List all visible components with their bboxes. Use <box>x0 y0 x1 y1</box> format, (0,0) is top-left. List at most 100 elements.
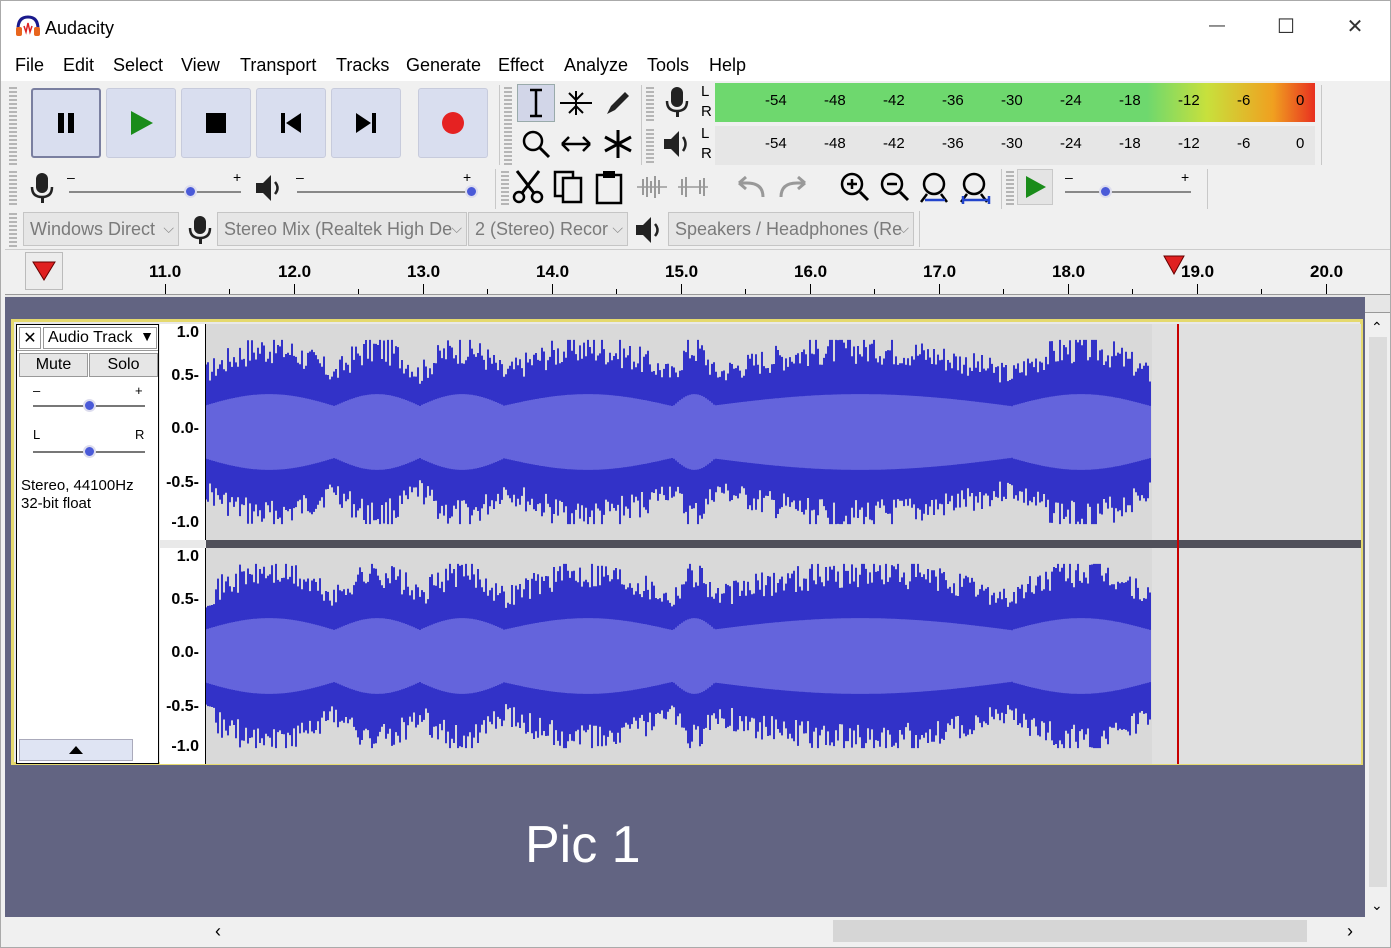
close-button[interactable]: ✕ <box>1332 9 1378 43</box>
record-icon <box>442 112 464 134</box>
multi-tool-icon[interactable] <box>599 125 637 163</box>
envelope-tool-icon[interactable] <box>557 84 595 122</box>
scroll-up-icon[interactable]: ⌃ <box>1371 319 1383 336</box>
solo-button[interactable]: Solo <box>89 353 158 377</box>
scroll-left-icon[interactable]: ‹ <box>215 921 221 942</box>
skip-to-end-button[interactable] <box>331 88 401 158</box>
pause-button[interactable] <box>31 88 101 158</box>
redo-icon[interactable] <box>775 175 811 203</box>
pan-slider-thumb[interactable] <box>83 445 96 458</box>
toolbar-grip[interactable] <box>9 213 17 247</box>
menu-tools[interactable]: Tools <box>647 55 689 76</box>
play-at-speed-button[interactable] <box>1017 169 1053 205</box>
recording-channels-select[interactable]: 2 (Stereo) Recor ⌵ <box>468 212 628 246</box>
paste-icon[interactable] <box>593 169 627 205</box>
right-channel-waveform[interactable] <box>206 548 1361 764</box>
vertical-scrollbar[interactable]: ⌃ ⌄ <box>1365 317 1390 917</box>
ruler-tick <box>552 284 553 294</box>
toolbar-grip[interactable] <box>646 87 654 123</box>
fit-project-icon[interactable] <box>959 171 993 205</box>
ruler-tick <box>1068 284 1069 294</box>
copy-icon[interactable] <box>552 169 586 205</box>
empty-track-region <box>1152 324 1361 540</box>
menu-select[interactable]: Select <box>113 55 163 76</box>
menu-generate[interactable]: Generate <box>406 55 481 76</box>
record-meter-tick-label: -24 <box>1060 92 1082 109</box>
vertical-scroll-thumb[interactable] <box>1369 337 1387 887</box>
maximize-button[interactable]: ☐ <box>1263 9 1309 43</box>
track-menu-button[interactable]: Audio Track ▼ <box>43 327 157 349</box>
ruler-minor-tick <box>1132 289 1133 294</box>
menu-transport[interactable]: Transport <box>240 55 316 76</box>
audio-track[interactable]: ✕ Audio Track ▼ Mute Solo – + L R Stereo… <box>11 319 1363 765</box>
cut-icon[interactable] <box>511 169 545 205</box>
collapse-track-button[interactable] <box>19 739 133 761</box>
playback-meter-tick-label: 0 <box>1296 135 1305 152</box>
playback-speed-thumb[interactable] <box>1099 185 1112 198</box>
silence-audio-icon[interactable] <box>676 173 710 201</box>
ruler-minor-tick <box>745 289 746 294</box>
playback-volume-slider[interactable] <box>297 191 473 193</box>
left-channel-waveform[interactable] <box>206 324 1361 540</box>
toolbar-grip[interactable] <box>501 171 509 207</box>
recording-volume-thumb[interactable] <box>184 185 197 198</box>
ruler-tick-label: 14.0 <box>536 262 570 281</box>
toolbar-grip[interactable] <box>1006 171 1014 207</box>
toolbar-grip[interactable] <box>646 129 654 165</box>
ruler-minor-tick <box>229 289 230 294</box>
overlay-caption: Pic 1 <box>525 816 641 874</box>
record-button[interactable] <box>418 88 488 158</box>
menu-effect[interactable]: Effect <box>498 55 544 76</box>
left-channel-scale[interactable]: 1.0 0.5- 0.0- -0.5- -1.0 <box>160 324 206 540</box>
ruler-minor-tick <box>358 289 359 294</box>
menu-file[interactable]: File <box>15 55 44 76</box>
horizontal-scroll-thumb[interactable] <box>833 920 1307 942</box>
track-panel: ✕ Audio Track ▼ Mute Solo – + L R Stereo… <box>5 297 1365 917</box>
trim-audio-icon[interactable] <box>635 173 669 201</box>
playback-device-select[interactable]: Speakers / Headphones (Re ⌵ <box>668 212 914 246</box>
ruler-minor-tick <box>1003 289 1004 294</box>
menu-edit[interactable]: Edit <box>63 55 94 76</box>
menu-help[interactable]: Help <box>709 55 746 76</box>
playback-speed-slider[interactable] <box>1065 191 1191 193</box>
skip-to-start-button[interactable] <box>256 88 326 158</box>
menu-view[interactable]: View <box>181 55 220 76</box>
time-shift-tool-icon[interactable] <box>557 125 595 163</box>
stop-button[interactable] <box>181 88 251 158</box>
zoom-tool-icon[interactable] <box>517 125 555 163</box>
track-close-button[interactable]: ✕ <box>19 327 41 349</box>
draw-tool-icon[interactable] <box>599 84 637 122</box>
minimize-button[interactable]: — <box>1194 9 1240 43</box>
selection-tool-icon[interactable] <box>517 84 555 122</box>
scroll-down-icon[interactable]: ⌄ <box>1371 897 1383 914</box>
audacity-logo-icon <box>16 15 40 36</box>
play-button[interactable] <box>106 88 176 158</box>
menu-analyze[interactable]: Analyze <box>564 55 628 76</box>
track-name: Audio Track <box>48 329 133 346</box>
toolbar-grip[interactable] <box>504 87 512 165</box>
right-channel-scale[interactable]: 1.0 0.5- 0.0- -0.5- -1.0 <box>160 548 206 764</box>
toolbar-grip[interactable] <box>9 171 17 207</box>
scroll-right-icon[interactable]: › <box>1347 921 1353 942</box>
recording-device-select[interactable]: Stereo Mix (Realtek High De ⌵ <box>217 212 467 246</box>
menu-tracks[interactable]: Tracks <box>336 55 389 76</box>
timeline-ruler[interactable]: 11.0 12.0 13.0 14.0 15.0 16.0 17.0 18.0 19.0 20.0 <box>5 249 1390 295</box>
horizontal-scrollbar[interactable]: ‹ › <box>1 917 1390 947</box>
ruler-tick-label: 11.0 <box>149 262 182 281</box>
speaker-icon[interactable] <box>661 127 695 161</box>
collapse-up-icon <box>69 746 83 754</box>
zoom-out-icon[interactable] <box>879 171 911 203</box>
speed-plus: + <box>1181 169 1190 185</box>
toolbar-grip[interactable] <box>9 87 17 165</box>
microphone-icon[interactable] <box>661 85 693 119</box>
timeline-options-button[interactable] <box>25 252 63 290</box>
undo-icon[interactable] <box>733 175 769 203</box>
zoom-in-icon[interactable] <box>839 171 871 203</box>
fit-selection-icon[interactable] <box>919 171 953 205</box>
mute-button[interactable]: Mute <box>19 353 88 377</box>
recording-volume-slider[interactable] <box>69 191 241 193</box>
playback-volume-thumb[interactable] <box>465 185 478 198</box>
ruler-tick-label: 18.0 <box>1052 262 1086 281</box>
gain-slider-thumb[interactable] <box>83 399 96 412</box>
audio-host-select[interactable]: Windows Direct ⌵ <box>23 212 179 246</box>
